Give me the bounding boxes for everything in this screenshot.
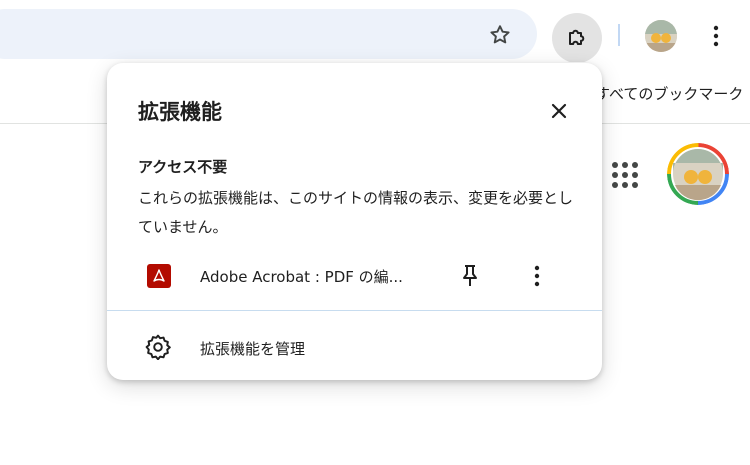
kebab-menu-icon bbox=[534, 265, 540, 287]
pin-extension-button[interactable] bbox=[457, 261, 483, 291]
profile-avatar-button[interactable] bbox=[645, 20, 677, 52]
browser-toolbar bbox=[0, 0, 750, 63]
section-description: これらの拡張機能は、このサイトの情報の表示、変更を必要としていません。 bbox=[138, 189, 574, 236]
extensions-button[interactable] bbox=[552, 13, 602, 63]
section-heading: アクセス不要 bbox=[138, 158, 228, 176]
popup-divider bbox=[107, 310, 602, 311]
manage-extensions-button[interactable]: 拡張機能を管理 bbox=[107, 321, 602, 371]
manage-extensions-label: 拡張機能を管理 bbox=[200, 340, 306, 358]
kebab-menu-icon bbox=[713, 25, 719, 47]
extension-menu-button[interactable] bbox=[527, 261, 547, 291]
avatar bbox=[645, 20, 677, 52]
popup-title: 拡張機能 bbox=[138, 100, 222, 124]
acrobat-pdf-icon bbox=[147, 264, 171, 288]
bookmark-star-button[interactable] bbox=[482, 17, 518, 53]
google-apps-button[interactable] bbox=[608, 158, 642, 192]
all-bookmarks-button[interactable]: すべてのブックマーク bbox=[595, 83, 743, 104]
extension-item[interactable]: Adobe Acrobat : PDF の編... bbox=[107, 253, 602, 299]
google-account-avatar[interactable] bbox=[667, 143, 729, 205]
gear-icon bbox=[145, 334, 171, 360]
close-icon bbox=[551, 103, 567, 119]
avatar bbox=[667, 143, 729, 205]
extensions-popup: 拡張機能 アクセス不要 これらの拡張機能は、このサイトの情報の表示、変更を必要と… bbox=[107, 63, 602, 380]
star-icon bbox=[490, 25, 510, 44]
pin-icon bbox=[463, 265, 477, 286]
apps-grid-icon bbox=[612, 162, 638, 188]
extension-name[interactable]: Adobe Acrobat : PDF の編... bbox=[200, 266, 403, 287]
address-bar[interactable] bbox=[0, 9, 537, 59]
toolbar-divider bbox=[618, 24, 620, 46]
close-button[interactable] bbox=[544, 96, 574, 126]
puzzle-icon bbox=[569, 29, 585, 45]
chrome-menu-button[interactable] bbox=[702, 18, 730, 54]
